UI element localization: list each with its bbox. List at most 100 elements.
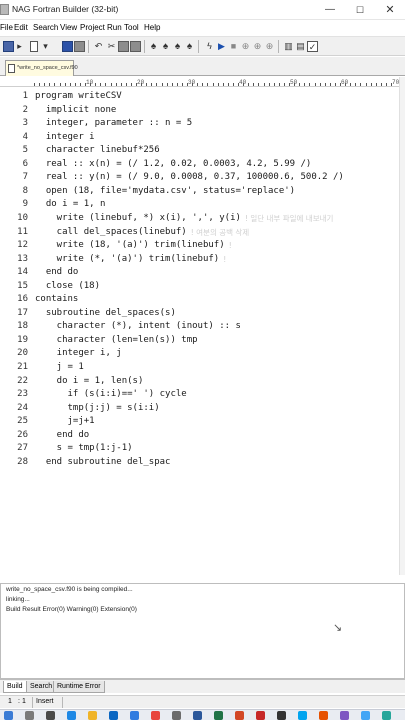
code-text[interactable]: program writeCSV <box>35 90 122 103</box>
code-line[interactable]: 15 close (18) <box>0 280 399 293</box>
minimize-button[interactable]: — <box>315 0 345 20</box>
word-icon[interactable] <box>193 711 202 720</box>
code-line[interactable]: 12 write (18, '(a)') trim(linebuf)! <box>0 239 399 252</box>
menu-view[interactable]: View <box>60 23 77 32</box>
code-line[interactable]: 17 subroutine del_spaces(s) <box>0 307 399 320</box>
browser-icon[interactable] <box>382 711 391 720</box>
save-icon[interactable] <box>62 41 73 52</box>
code-text[interactable]: j=j+1 <box>35 415 95 428</box>
code-text[interactable]: j = 1 <box>35 361 84 374</box>
code-line[interactable]: 23 if (s(i:i)==' ') cycle <box>0 388 399 401</box>
build-icon[interactable]: ▶ <box>216 41 227 52</box>
code-line[interactable]: 18 character (*), intent (inout) :: s <box>0 320 399 333</box>
code-line[interactable]: 4 integer i <box>0 131 399 144</box>
undo-icon[interactable]: ↶ <box>93 41 104 52</box>
step-icon[interactable]: ⊕ <box>252 41 263 52</box>
menu-project[interactable]: Project <box>80 23 105 32</box>
code-text[interactable]: call del_spaces(linebuf) <box>35 226 187 239</box>
code-line[interactable]: 26 end do <box>0 429 399 442</box>
code-text[interactable]: contains <box>35 293 78 306</box>
photos-icon[interactable] <box>298 711 307 720</box>
execute-icon[interactable]: ⊕ <box>264 41 275 52</box>
new-document-icon[interactable] <box>30 41 38 52</box>
code-line[interactable]: 19 character (len=len(s)) tmp <box>0 334 399 347</box>
code-text[interactable]: do i = 1, n <box>35 198 106 211</box>
properties-icon[interactable]: ✓ <box>307 41 318 52</box>
code-text[interactable]: end do <box>35 429 90 442</box>
tab-runtime-error[interactable]: Runtime Error <box>53 681 105 693</box>
code-text[interactable]: close (18) <box>35 280 100 293</box>
code-text[interactable]: write (linebuf, *) x(i), ',', y(i) <box>35 212 241 225</box>
code-line[interactable]: 22 do i = 1, len(s) <box>0 375 399 388</box>
open-folder-icon[interactable]: ▸ <box>14 41 25 52</box>
chrome-icon[interactable] <box>151 711 160 720</box>
notes-icon[interactable] <box>340 711 349 720</box>
vertical-scrollbar[interactable] <box>399 77 405 575</box>
cloud-icon[interactable] <box>361 711 370 720</box>
code-line[interactable]: 24 tmp(j:j) = s(i:i) <box>0 402 399 415</box>
tile-icon[interactable]: ▥ <box>283 41 294 52</box>
menu-file[interactable]: File <box>0 23 13 32</box>
code-text[interactable]: write (*, '(a)') trim(linebuf) <box>35 253 220 266</box>
maximize-button[interactable]: ☐ <box>345 0 375 20</box>
code-text[interactable]: open (18, file='mydata.csv', status='rep… <box>35 185 295 198</box>
store-icon[interactable] <box>109 711 118 720</box>
code-line[interactable]: 14 end do <box>0 266 399 279</box>
excel-icon[interactable] <box>214 711 223 720</box>
code-line[interactable]: 11 call del_spaces(linebuf)! 여분의 공백 삭제 <box>0 226 399 239</box>
new-file-icon[interactable] <box>3 41 14 52</box>
code-line[interactable]: 6 real :: x(n) = (/ 1.2, 0.02, 0.0003, 4… <box>0 158 399 171</box>
code-text[interactable]: do i = 1, len(s) <box>35 375 144 388</box>
code-text[interactable]: if (s(i:i)==' ') cycle <box>35 388 187 401</box>
code-line[interactable]: 13 write (*, '(a)') trim(linebuf)! <box>0 253 399 266</box>
close-button[interactable]: ✕ <box>375 0 405 20</box>
mail-icon[interactable] <box>130 711 139 720</box>
code-line[interactable]: 10 write (linebuf, *) x(i), ',', y(i)! 일… <box>0 212 399 225</box>
go-to-icon[interactable]: ♠ <box>184 41 195 52</box>
code-text[interactable]: write (18, '(a)') trim(linebuf) <box>35 239 225 252</box>
code-line[interactable]: 8 open (18, file='mydata.csv', status='r… <box>0 185 399 198</box>
debug-icon[interactable]: ⊕ <box>240 41 251 52</box>
code-line[interactable]: 5 character linebuf*256 <box>0 144 399 157</box>
copy-icon[interactable] <box>118 41 129 52</box>
code-text[interactable]: tmp(j:j) = s(i:i) <box>35 402 160 415</box>
code-text[interactable]: end subroutine del_spac <box>35 456 171 469</box>
code-line[interactable]: 1 program writeCSV <box>0 90 399 103</box>
find-icon[interactable]: ♠ <box>148 41 159 52</box>
code-line[interactable]: 3 integer, parameter :: n = 5 <box>0 117 399 130</box>
code-text[interactable]: character linebuf*256 <box>35 144 160 157</box>
code-line[interactable]: 2 implicit none <box>0 104 399 117</box>
code-text[interactable]: character (*), intent (inout) :: s <box>35 320 241 333</box>
media-icon[interactable] <box>319 711 328 720</box>
code-text[interactable]: integer i, j <box>35 347 122 360</box>
powerpoint-icon[interactable] <box>235 711 244 720</box>
code-line[interactable]: 27 s = tmp(1:j-1) <box>0 442 399 455</box>
start-icon[interactable] <box>4 711 13 720</box>
code-text[interactable]: end do <box>35 266 79 279</box>
menu-tool[interactable]: Tool <box>124 23 139 32</box>
code-text[interactable]: s = tmp(1:j-1) <box>35 442 133 455</box>
code-line[interactable]: 7 real :: y(n) = (/ 9.0, 0.0008, 0.37, 1… <box>0 171 399 184</box>
code-line[interactable]: 21 j = 1 <box>0 361 399 374</box>
menu-run[interactable]: Run <box>107 23 122 32</box>
compile-icon[interactable]: ϟ <box>204 41 215 52</box>
code-line[interactable]: 9 do i = 1, n <box>0 198 399 211</box>
code-line[interactable]: 28 end subroutine del_spac <box>0 456 399 469</box>
edge-icon[interactable] <box>67 711 76 720</box>
settings-icon[interactable] <box>172 711 181 720</box>
search-icon[interactable] <box>25 711 34 720</box>
code-text[interactable]: integer, parameter :: n = 5 <box>35 117 192 130</box>
stop-icon[interactable]: ■ <box>228 41 239 52</box>
code-line[interactable]: 20 integer i, j <box>0 347 399 360</box>
code-text[interactable]: implicit none <box>35 104 116 117</box>
paste-icon[interactable] <box>130 41 141 52</box>
find-next-icon[interactable]: ♠ <box>160 41 171 52</box>
menu-edit[interactable]: Edit <box>14 23 28 32</box>
taskview-icon[interactable] <box>46 711 55 720</box>
open-icon[interactable]: ▾ <box>40 41 51 52</box>
code-text[interactable]: integer i <box>35 131 95 144</box>
code-line[interactable]: 25 j=j+1 <box>0 415 399 428</box>
code-text[interactable]: character (len=len(s)) tmp <box>35 334 198 347</box>
code-text[interactable]: real :: y(n) = (/ 9.0, 0.0008, 0.37, 100… <box>35 171 344 184</box>
fortran-builder-icon[interactable] <box>256 711 265 720</box>
